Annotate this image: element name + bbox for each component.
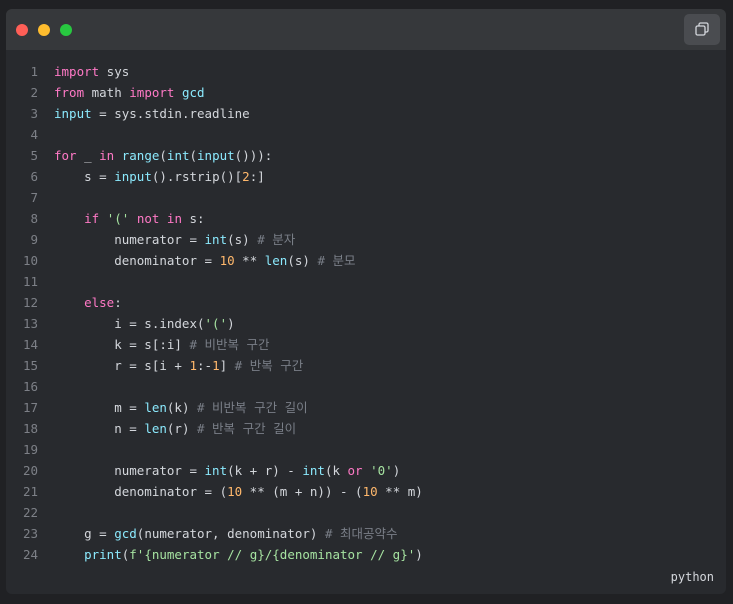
code-text: k = s[:i] # 비반복 구간: [54, 337, 270, 352]
code-line: 14 k = s[:i] # 비반복 구간: [6, 334, 423, 355]
code-line: 1 import sys: [6, 61, 423, 82]
line-number: 12: [22, 295, 38, 310]
code-line: 5 for _ in range(int(input())):: [6, 145, 423, 166]
code-text: numerator = int(s) # 분자: [54, 232, 296, 247]
code-text: r = s[i + 1:-1] # 반복 구간: [54, 358, 304, 373]
line-number: 19: [22, 442, 38, 457]
line-number: 14: [22, 337, 38, 352]
line-number: 15: [22, 358, 38, 373]
code-text: from math import gcd: [54, 85, 205, 100]
line-number: 1: [30, 64, 38, 79]
code-line: 17 m = len(k) # 비반복 구간 길이: [6, 397, 423, 418]
line-number: 11: [22, 274, 38, 289]
code-text: n = len(r) # 반복 구간 길이: [54, 421, 297, 436]
line-number: 23: [22, 526, 38, 541]
code-text: denominator = 10 ** len(s) # 분모: [54, 253, 356, 268]
code-line: 6 s = input().rstrip()[2:]: [6, 166, 423, 187]
code-line: 22: [6, 502, 423, 523]
code-line: 9 numerator = int(s) # 분자: [6, 229, 423, 250]
line-number: 9: [30, 232, 38, 247]
line-number: 3: [30, 106, 38, 121]
code-line: 20 numerator = int(k + r) - int(k or '0'…: [6, 460, 423, 481]
code-text: s = input().rstrip()[2:]: [54, 169, 265, 184]
code-line: 10 denominator = 10 ** len(s) # 분모: [6, 250, 423, 271]
line-number: 2: [30, 85, 38, 100]
code-text: m = len(k) # 비반복 구간 길이: [54, 400, 308, 415]
minimize-dot-icon[interactable]: [38, 24, 50, 36]
code-line: 19: [6, 439, 423, 460]
code-text: if '(' not in s:: [84, 211, 205, 226]
code-line: 4: [6, 124, 423, 145]
copy-button[interactable]: [684, 14, 720, 45]
copy-icon: [695, 22, 709, 36]
code-line: 11: [6, 271, 423, 292]
line-number: 18: [22, 421, 38, 436]
code-text: g = gcd(numerator, denominator) # 최대공약수: [54, 526, 398, 541]
code-text: denominator = (10 ** (m + n)) - (10 ** m…: [54, 484, 423, 499]
line-number: 10: [22, 253, 38, 268]
code-line: 12 else:: [6, 292, 423, 313]
code-line: 13 i = s.index('('): [6, 313, 423, 334]
code-line: 23 g = gcd(numerator, denominator) # 최대공…: [6, 523, 423, 544]
code-text: print(f'{numerator // g}/{denominator //…: [84, 547, 423, 562]
line-number: 8: [30, 211, 38, 226]
line-number: 17: [22, 400, 38, 415]
line-number: 16: [22, 379, 38, 394]
line-number: 13: [22, 316, 38, 331]
close-dot-icon[interactable]: [16, 24, 28, 36]
code-area[interactable]: 1 import sys 2 from math import gcd 3 input =…: [6, 61, 423, 565]
code-line: 16: [6, 376, 423, 397]
code-line: 2 from math import gcd: [6, 82, 423, 103]
language-label: python: [670, 570, 714, 584]
code-block-window: 1 import sys 2 from math import gcd 3 input =…: [6, 9, 726, 594]
titlebar: [6, 9, 726, 50]
line-number: 5: [30, 148, 38, 163]
code-text: else:: [84, 295, 122, 310]
line-number: 20: [22, 463, 38, 478]
code-text: import sys: [54, 64, 130, 79]
code-line: 15 r = s[i + 1:-1] # 반복 구간: [6, 355, 423, 376]
line-number: 24: [22, 547, 38, 562]
code-line: 21 denominator = (10 ** (m + n)) - (10 *…: [6, 481, 423, 502]
maximize-dot-icon[interactable]: [60, 24, 72, 36]
line-number: 22: [22, 505, 38, 520]
code-line: 3 input = sys.stdin.readline: [6, 103, 423, 124]
line-number: 6: [30, 169, 38, 184]
code-text: input = sys.stdin.readline: [54, 106, 250, 121]
code-text: i = s.index('('): [54, 316, 235, 331]
code-line: 8 if '(' not in s:: [6, 208, 423, 229]
code-text: numerator = int(k + r) - int(k or '0'): [54, 463, 401, 478]
line-number: 21: [22, 484, 38, 499]
code-line: 18 n = len(r) # 반복 구간 길이: [6, 418, 423, 439]
code-text: for _ in range(int(input())):: [54, 148, 273, 163]
line-number: 7: [30, 190, 38, 205]
code-line: 24 print(f'{numerator // g}/{denominator…: [6, 544, 423, 565]
code-line: 7: [6, 187, 423, 208]
line-number: 4: [30, 127, 38, 142]
